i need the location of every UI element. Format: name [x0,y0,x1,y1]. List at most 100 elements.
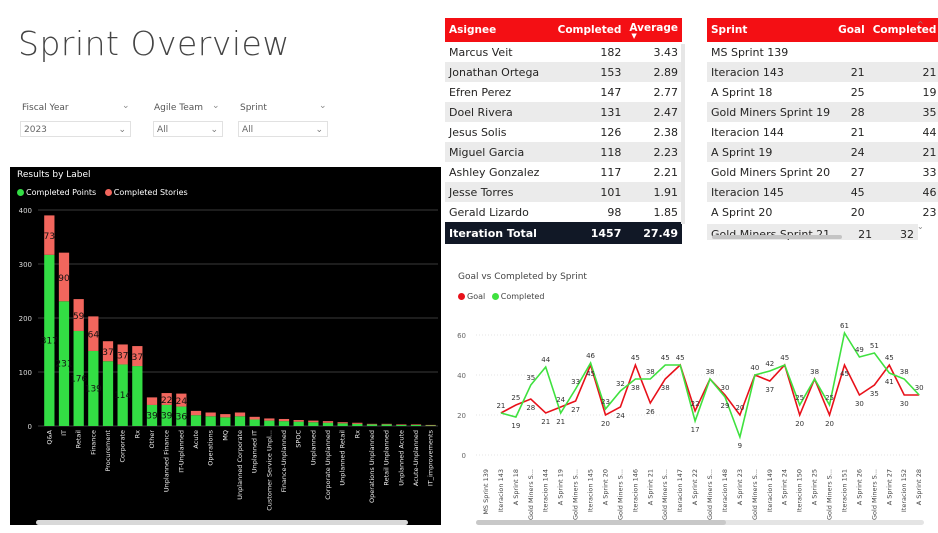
bar-completed-stories [337,422,348,424]
table-cell [869,42,938,62]
data-label-completed: 38 [706,368,715,376]
x-tick-label: Gold Miners S... [751,469,759,520]
data-label-completed: 32 [616,380,625,388]
table-cell: Doel Rivera [445,102,554,122]
table-cell: 182 [600,45,622,59]
bar-completed-points [366,424,378,426]
data-label-stories: 37 [102,348,113,358]
data-label-goal: 28 [526,404,535,412]
table-row[interactable]: Gold Miners Sprint 20 27 33 [707,162,938,182]
col-assignee[interactable]: Asignee [445,18,554,42]
data-label-goal: 20 [601,420,610,428]
table-row[interactable]: Gold Miners Sprint 19 28 35 [707,102,938,122]
fiscal-year-collapse-icon[interactable]: ⌄ [122,101,130,111]
sprint-table: Sprint Goal Completed MS Sprint 139 Itera… [707,18,938,222]
table-row[interactable]: Efren Perez 147 2.77 [445,82,682,102]
data-label-points: 39 [146,411,158,421]
x-tick-label: A Sprint 24 [781,469,789,505]
data-label-points: 39 [161,411,173,421]
line-chart-scrollbar-thumb[interactable] [476,520,726,525]
col-goal[interactable]: Goal [834,18,869,42]
assignee-table-scrollbar[interactable] [681,44,685,224]
table-row[interactable]: Iteracion 144 21 44 [707,122,938,142]
col-average[interactable]: Average ▼ [625,18,682,42]
bar-completed-points [410,424,422,426]
col-sprint[interactable]: Sprint [707,18,835,42]
data-label-points: 231 [55,360,72,370]
y-tick-label: 200 [19,315,32,323]
data-label-completed: 25 [825,394,834,402]
table-row[interactable]: Doel Rivera 131 2.47 [445,102,682,122]
table-cell: Jesse Torres [445,182,554,202]
table-row[interactable]: Marcus Veit 182 3.43 [445,42,682,62]
col-sprint-completed[interactable]: Completed [868,18,938,42]
table-cell: Efren Perez [449,85,512,99]
data-label-completed: 41 [885,378,894,386]
agile-team-value: All [157,125,169,135]
sort-desc-icon: ▼ [631,31,637,40]
bar-completed-stories [220,414,231,418]
bar-completed-points [205,416,216,426]
data-label-stories: 64 [88,331,100,341]
results-by-label-chart: 0 100 200 300 400 317 73 Q&A 231 90 IT 176 59 Retail 1… [19,207,438,511]
table-row[interactable]: Miguel Garcia 118 2.23 [445,142,682,162]
bar-chart-scrollbar[interactable] [36,520,408,525]
data-label-goal: 22 [691,400,700,408]
data-label-goal: 45 [885,354,894,362]
table-cell: 45 [834,182,869,202]
x-tick-label: A Sprint 26 [855,469,863,505]
x-tick-label: IT_improvements [427,429,435,486]
data-label-stories: 59 [73,312,85,322]
x-tick-label: Gold Miners S... [826,469,834,520]
table-row[interactable]: Ashley Gonzalez 117 2.21 [445,162,682,182]
data-label-points: 114 [114,391,131,401]
x-tick-label: Unplanned Corporate [236,430,244,500]
data-label-goal: 37 [765,386,774,394]
y-tick-label: 400 [19,207,32,215]
page-title: Sprint Overview [18,24,290,63]
sprint-collapse-icon[interactable]: ⌄ [319,101,327,111]
bar-completed-stories [234,412,246,417]
data-label-goal: 21 [541,418,550,426]
table-row[interactable]: Iteracion 143 21 21 [707,62,938,82]
agile-team-dropdown[interactable]: All ⌄ [153,121,223,137]
table-cell: 131 [553,102,626,122]
x-tick-label: Acute [192,430,200,449]
data-label-completed: 46 [586,352,595,360]
bar-completed-points [132,366,143,426]
table-row[interactable]: MS Sprint 139 [707,42,938,62]
table-row[interactable]: Jonathan Ortega 153 2.89 [445,62,682,82]
table-row[interactable]: Jesus Solis 126 2.38 [445,122,682,142]
table-cell: 2.47 [625,102,682,122]
data-label-goal: 30 [900,400,909,408]
table-row[interactable]: A Sprint 20 20 23 [707,202,938,222]
table-row[interactable]: A Sprint 18 25 19 [707,82,938,102]
assignee-table: Asignee Completed Average ▼ Marcus Veit 18… [445,18,682,244]
scroll-up-icon[interactable]: ^ [917,20,924,29]
data-label-completed: 33 [571,378,580,386]
sprint-dropdown[interactable]: All ⌄ [238,121,328,137]
sprint-table-hscroll[interactable] [712,235,842,239]
x-tick-label: MS Sprint 139 [482,469,490,515]
total-cell: 27.49 [625,222,682,244]
table-cell: 147 [600,85,622,99]
x-tick-label: Operations Unplanned [368,430,376,503]
y-tick-label: 0 [28,423,32,431]
data-label-completed: 38 [810,368,819,376]
data-label-goal: 45 [840,370,849,378]
data-label-completed: 38 [631,384,640,392]
fiscal-year-dropdown[interactable]: 2023 ⌄ [20,121,131,137]
table-cell [834,42,869,62]
col-completed[interactable]: Completed [553,18,626,42]
table-cell: 98 [607,205,622,219]
bar-completed-points [322,422,334,426]
table-row[interactable]: Iteracion 145 45 46 [707,182,938,202]
table-row[interactable]: A Sprint 19 24 21 [707,142,938,162]
x-tick-label: Iteracion 152 [900,469,908,512]
table-cell: 118 [553,142,626,162]
table-row[interactable]: Gerald Lizardo 98 1.85 [445,202,682,222]
table-row[interactable]: Jesse Torres 101 1.91 [445,182,682,202]
agile-team-collapse-icon[interactable]: ⌄ [212,101,220,111]
bar-completed-points [102,361,114,426]
scroll-down-icon[interactable]: ⌄ [917,222,924,231]
